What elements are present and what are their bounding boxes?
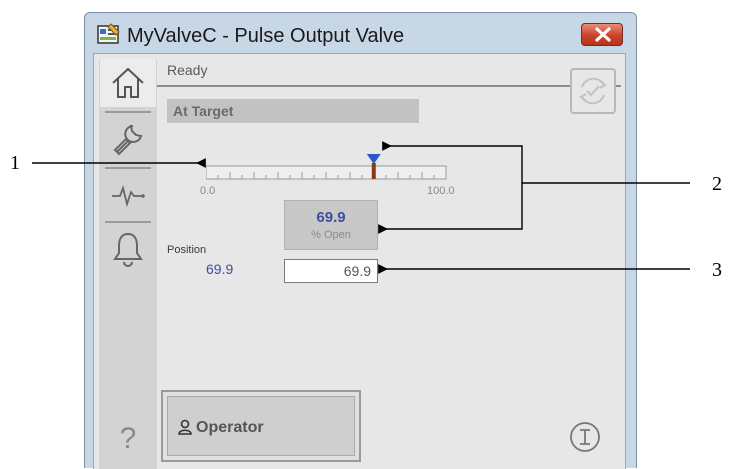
- callout-annotations: [32, 141, 690, 274]
- callout-3-label: 3: [712, 259, 722, 281]
- callout-2-arrow-bottom: [378, 183, 523, 234]
- callout-2-label: 2: [712, 173, 722, 195]
- callout-1-label: 1: [10, 152, 20, 174]
- callout-2-arrow-top: [382, 141, 690, 184]
